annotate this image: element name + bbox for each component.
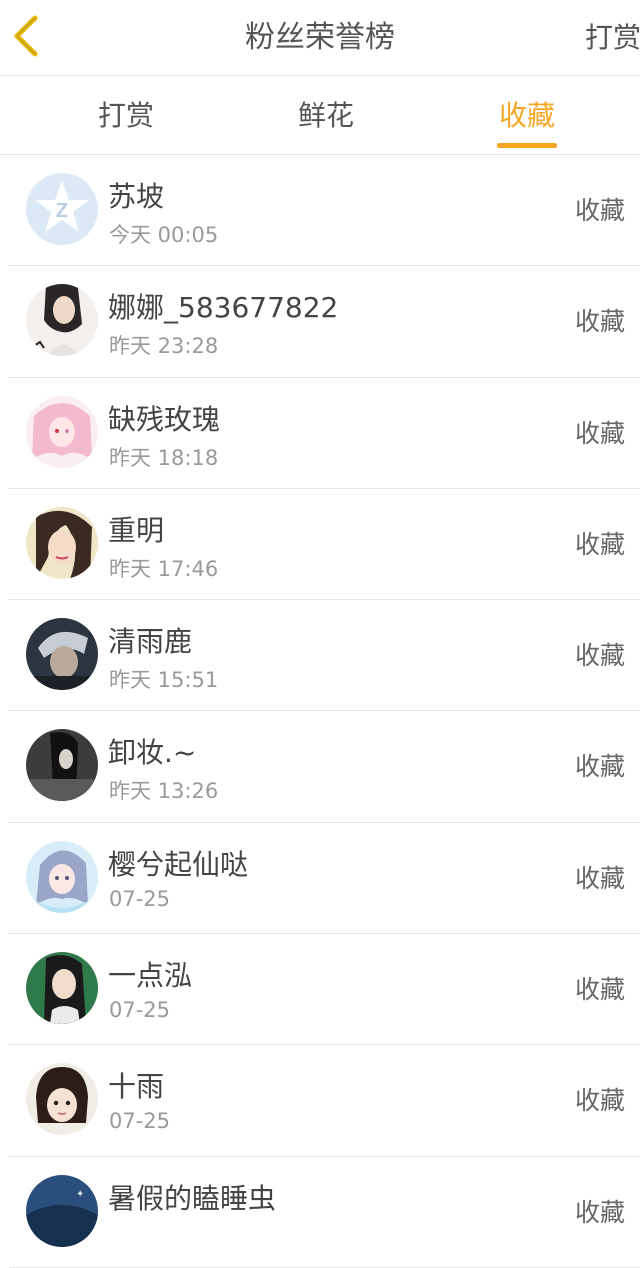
action-label: 收藏 [574,1086,625,1116]
fan-name: 缺残玫瑰 [108,402,221,436]
avatar [26,618,98,691]
action-label: 收藏 [574,863,625,893]
fan-time: 07-25 [109,886,171,911]
fan-name: 苏坡 [108,180,165,213]
list-item[interactable]: 缺残玫瑰 昨天 18:18 收藏 [0,378,640,490]
list-item[interactable]: 卸妆.~ 昨天 13:26 收藏 [0,711,640,824]
fan-name: 一点泓 [108,959,193,993]
active-tab-indicator [497,143,557,148]
fan-time: 昨天 23:28 [109,334,219,359]
list-item[interactable]: ✦ 暑假的瞌睡虫 收藏 [0,1157,640,1268]
avatar [26,729,98,802]
svg-text:✦: ✦ [76,1189,84,1200]
svg-text:Z: Z [56,200,68,222]
fan-name: 清雨鹿 [108,625,193,659]
header-reward-link[interactable]: 打赏 [585,0,640,76]
list-item[interactable]: 一点泓 07-25 收藏 [0,934,640,1046]
fan-time: 昨天 13:26 [109,779,219,804]
avatar [26,395,98,468]
list-item[interactable]: 十雨 07-25 收藏 [0,1045,640,1157]
page-title: 粉丝荣誉榜 [245,20,395,55]
action-label: 收藏 [574,752,625,782]
fan-name: 暑假的瞌睡虫 [108,1181,277,1215]
list-item[interactable]: 清雨鹿 昨天 15:51 收藏 [0,600,640,712]
fan-time: 今天 00:05 [109,223,219,247]
action-label: 收藏 [574,418,625,448]
avatar [26,284,98,357]
avatar [26,1063,98,1136]
fan-time: 昨天 18:18 [109,445,219,470]
tab-reward[interactable]: 打赏 [46,77,206,155]
action-label: 收藏 [574,196,625,225]
list-item[interactable]: 樱兮起仙哒 07-25 收藏 [0,823,640,935]
fan-name: 重明 [108,513,165,547]
fan-time: 07-25 [109,998,171,1023]
list-item[interactable]: Z 苏坡 今天 00:05 收藏 [0,155,640,267]
top-nav-bar: 粉丝荣誉榜 打赏 [0,0,640,76]
action-label: 收藏 [574,529,625,559]
avatar: ✦ [26,1174,98,1247]
list-item[interactable]: 娜娜_583677822 昨天 23:28 收藏 [0,266,640,378]
fan-list: Z 苏坡 今天 00:05 收藏 娜娜_583677822 昨天 23:28 收… [0,155,640,1268]
avatar: Z [26,173,98,245]
avatar [26,840,98,913]
fan-name: 卸妆.~ [108,736,197,770]
fan-time: 昨天 17:46 [109,556,219,581]
avatar [26,506,98,579]
fan-name: 娜娜_583677822 [108,291,339,325]
fan-name: 十雨 [108,1070,165,1104]
action-label: 收藏 [574,975,625,1005]
tab-flowers[interactable]: 鲜花 [246,77,406,155]
action-label: 收藏 [574,1197,625,1227]
fan-name: 樱兮起仙哒 [108,847,249,881]
action-label: 收藏 [574,307,625,337]
action-label: 收藏 [574,641,625,671]
fan-time: 07-25 [109,1109,171,1134]
list-item[interactable]: 重明 昨天 17:46 收藏 [0,489,640,601]
fan-time: 昨天 15:51 [109,668,219,693]
avatar [26,952,98,1025]
